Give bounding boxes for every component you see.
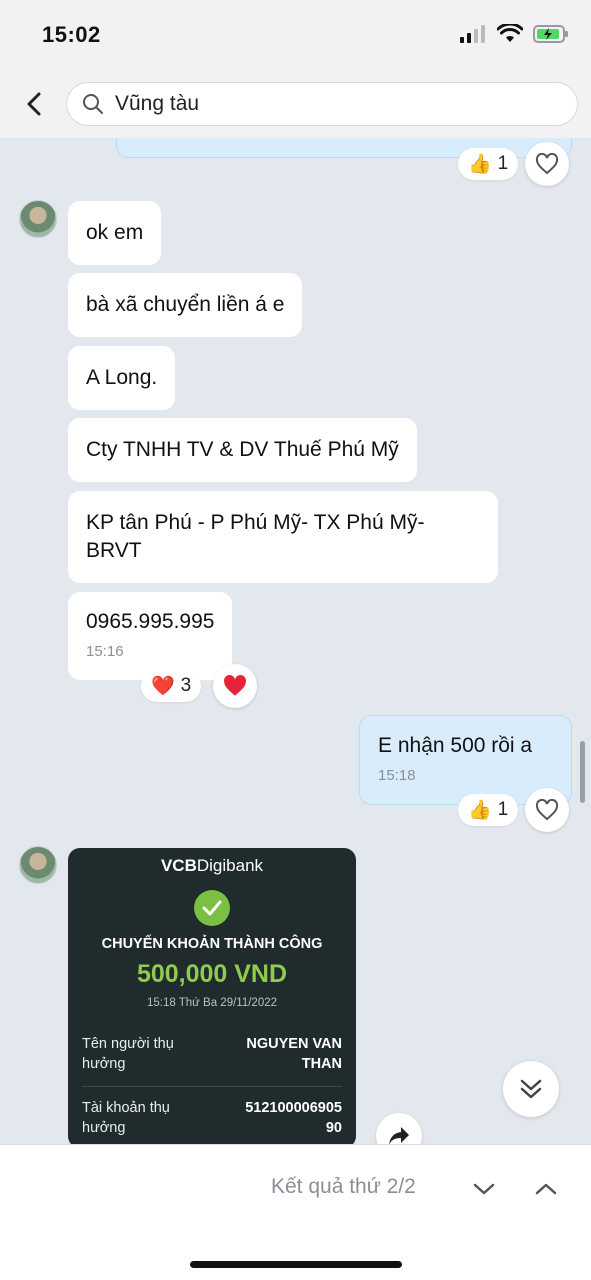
- react-heart-button[interactable]: [525, 142, 569, 186]
- account-value: 90: [325, 1120, 342, 1136]
- message-time: 15:16: [86, 643, 124, 660]
- avatar[interactable]: [19, 200, 57, 238]
- chevron-down-icon: [473, 1183, 495, 1195]
- message-bubble[interactable]: KP tân Phú - P Phú Mỹ- TX Phú Mỹ- BRVT: [68, 491, 498, 583]
- message-bubble[interactable]: 0965.995.995 15:16: [68, 592, 233, 680]
- message-bubble[interactable]: A Long.: [68, 346, 176, 410]
- double-chevron-down-icon: [520, 1079, 542, 1099]
- divider: [82, 1086, 342, 1087]
- thumbs-up-icon: 👍: [468, 154, 492, 175]
- transfer-amount: 500,000 VND: [136, 960, 288, 988]
- message-text: 0965.995.995: [86, 610, 215, 633]
- message-text: Cty TNHH TV & DV Thuế Phú Mỹ: [86, 438, 399, 461]
- receiver-value: NGUYEN VAN: [246, 1036, 342, 1052]
- home-indicator: [190, 1261, 402, 1268]
- search-result-count: Kết quả thứ 2/2: [271, 1175, 416, 1198]
- message-text: KP tân Phú - P Phú Mỹ- TX Phú Mỹ-: [86, 511, 425, 534]
- like-reaction-pill[interactable]: 👍 1: [458, 148, 519, 180]
- avatar[interactable]: [19, 846, 57, 884]
- scroll-to-bottom-button[interactable]: [503, 1061, 559, 1117]
- account-label: hưởng: [82, 1120, 126, 1136]
- receiver-value: THAN: [301, 1056, 342, 1072]
- react-heart-button[interactable]: [525, 788, 569, 832]
- account-row: Tài khoản thụ hưởng 512100006905 90: [82, 1098, 342, 1140]
- message-text: E nhận 500 rồi a: [378, 734, 533, 757]
- vcb-logo: VCBDigibank: [160, 856, 264, 875]
- search-input[interactable]: Vũng tàu: [66, 82, 578, 126]
- back-button[interactable]: [18, 86, 50, 122]
- next-result-button[interactable]: [468, 1173, 500, 1205]
- search-value: Vũng tàu: [115, 92, 200, 115]
- share-button[interactable]: [376, 1113, 422, 1144]
- transfer-title: CHUYỂN KHOẢN THÀNH CÔNG: [101, 936, 323, 952]
- chevron-left-icon: [27, 92, 41, 116]
- battery-icon: [533, 25, 568, 43]
- account-value: 512100006905: [245, 1100, 342, 1116]
- like-count: 1: [497, 153, 509, 174]
- heart-outline-icon: [535, 799, 559, 821]
- transfer-receipt-image[interactable]: VCBDigibank CHUYỂN KHOẢN THÀNH CÔNG 500,…: [68, 848, 356, 1144]
- heart-count: 3: [180, 675, 192, 696]
- chat-area[interactable]: 👍 1 ok em bà xã chuyển liền á e A Long. …: [0, 138, 591, 1144]
- chevron-up-icon: [535, 1183, 557, 1195]
- previous-result-button[interactable]: [530, 1173, 562, 1205]
- react-heart-button[interactable]: [213, 664, 257, 708]
- receiver-label: hưởng: [82, 1056, 126, 1072]
- message-text: ok em: [86, 221, 144, 244]
- transfer-datetime: 15:18 Thứ Ba 29/11/2022: [146, 997, 278, 1009]
- top-bar: 15:02 Vũng tàu: [0, 0, 591, 138]
- check-icon: [194, 890, 230, 926]
- receiver-row: Tên người thụ hưởng NGUYEN VAN THAN: [82, 1034, 342, 1076]
- message-time: 15:18: [378, 767, 416, 784]
- search-results-bar: Kết quả thứ 2/2: [0, 1144, 591, 1280]
- message-bubble[interactable]: Cty TNHH TV & DV Thuế Phú Mỹ: [68, 418, 417, 482]
- status-time: 15:02: [42, 22, 101, 47]
- search-icon: [83, 94, 103, 114]
- wifi-icon: [497, 24, 523, 42]
- message-bubble[interactable]: ok em: [68, 201, 162, 265]
- message-text: bà xã chuyển liền á e: [86, 293, 285, 316]
- heart-icon: ❤️: [151, 676, 175, 697]
- message-bubble[interactable]: bà xã chuyển liền á e: [68, 273, 303, 337]
- message-text: A Long.: [86, 366, 158, 389]
- receiver-label: Tên người thụ: [82, 1036, 174, 1052]
- like-reaction-pill[interactable]: 👍 1: [458, 794, 519, 826]
- message-text: BRVT: [86, 539, 142, 562]
- heart-filled-icon: [224, 675, 246, 696]
- signal-icon: [460, 25, 485, 43]
- status-icons: [459, 24, 569, 44]
- heart-reaction-pill[interactable]: ❤️ 3: [141, 670, 202, 702]
- heart-outline-icon: [535, 153, 559, 175]
- scrollbar[interactable]: [580, 741, 585, 803]
- account-label: Tài khoản thụ: [82, 1100, 170, 1116]
- like-count: 1: [497, 799, 509, 820]
- thumbs-up-icon: 👍: [468, 800, 492, 821]
- share-arrow-icon: [389, 1127, 409, 1144]
